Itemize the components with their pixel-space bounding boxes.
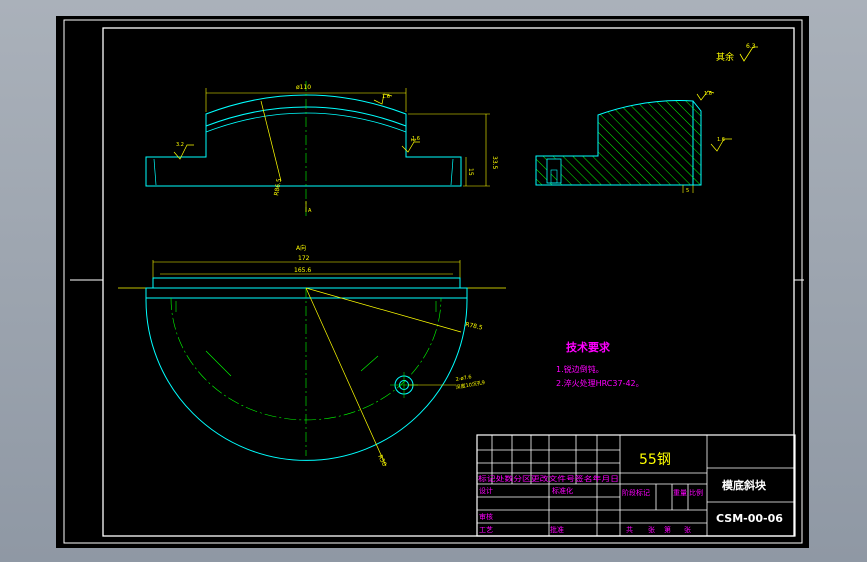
side-view-roughness-corner-value: 1.6 bbox=[704, 91, 712, 97]
roughness-top-value: 1.6 bbox=[382, 94, 390, 100]
title-part-name: 模底斜块 bbox=[722, 478, 767, 492]
title-process: 工艺 bbox=[479, 526, 493, 534]
roughness-right-symbol bbox=[401, 141, 420, 153]
title-sheets-label: 张 bbox=[648, 525, 655, 534]
tech-requirements: 技术要求 1.锐边倒钝。 2.淬火处理HRC37-42。 bbox=[556, 340, 644, 388]
roughness-right-value: 1.6 bbox=[412, 136, 420, 142]
tech-requirements-heading: 技术要求 bbox=[566, 340, 611, 354]
radius-inner-leader bbox=[305, 287, 387, 467]
cad-drawing: 其余 6.3 ø110 R86.5 33.5 15 2 3.2 1.6 1.6 … bbox=[63, 19, 804, 544]
plan-view-label: A向 bbox=[296, 244, 306, 252]
section-mark-label: A bbox=[308, 208, 312, 214]
title-approve: 批准 bbox=[550, 525, 564, 534]
roughness-rest-value: 6.3 bbox=[746, 43, 756, 50]
title-material: 55钢 bbox=[639, 452, 671, 468]
plan-radial-4 bbox=[360, 355, 379, 372]
cad-viewport[interactable]: 其余 6.3 ø110 R86.5 33.5 15 2 3.2 1.6 1.6 … bbox=[56, 16, 809, 548]
dim-radius-outer-label: R78.5 bbox=[465, 321, 484, 332]
plan-view: A向 172 165.6 R78.5 R50 2-ø7.6 深度10沉孔9 bbox=[118, 244, 506, 468]
dim-inner-label: 165.6 bbox=[294, 267, 311, 274]
side-view-dim-bottom-label: 5 bbox=[686, 188, 689, 194]
title-designer: 设计 bbox=[479, 486, 493, 495]
front-view: ø110 R86.5 33.5 15 2 3.2 1.6 1.6 A bbox=[145, 81, 498, 216]
title-weight: 重量 bbox=[673, 489, 687, 497]
dim-radius-label: R86.5 bbox=[273, 178, 283, 197]
title-drawing-no: CSM-00-06 bbox=[716, 512, 783, 525]
dim-height-label: 33.5 bbox=[491, 156, 498, 170]
radius-outer-leader bbox=[305, 287, 462, 333]
plan-top-strip bbox=[152, 277, 461, 289]
sheet-frame-outer bbox=[63, 19, 803, 544]
title-review: 审核 bbox=[479, 512, 493, 521]
plan-semicircle-outer bbox=[145, 298, 468, 461]
plan-radial-2 bbox=[205, 350, 232, 377]
tech-requirements-item1: 1.锐边倒钝。 bbox=[556, 364, 604, 374]
dim-overall-label: 172 bbox=[298, 255, 310, 262]
roughness-rest-label: 其余 bbox=[716, 51, 734, 63]
front-view-hidden-right bbox=[450, 158, 454, 186]
side-view: 5 1.6 1.6 bbox=[535, 90, 732, 194]
front-view-radius-line bbox=[260, 100, 282, 182]
title-standardization: 标准化 bbox=[552, 486, 573, 495]
title-sheet-label: 张 bbox=[684, 525, 691, 534]
dim-step-label: 15 bbox=[467, 168, 474, 176]
title-sheet-no: 第 bbox=[664, 525, 671, 534]
front-view-hidden-left bbox=[153, 158, 157, 186]
title-stage-mark: 阶段标记 bbox=[622, 488, 650, 497]
side-view-right-taper bbox=[692, 100, 702, 186]
dim-arc-label: ø110 bbox=[296, 84, 311, 91]
tech-requirements-item2: 2.淬火处理HRC37-42。 bbox=[556, 378, 644, 388]
title-row-header: 标记处数分区更改文件号签名年月日 bbox=[478, 474, 619, 483]
title-scale: 比例 bbox=[689, 488, 703, 497]
roughness-left-value: 3.2 bbox=[176, 142, 184, 148]
side-view-slot-inner bbox=[550, 169, 558, 184]
title-sheets-total: 共 bbox=[626, 525, 633, 534]
side-view-roughness-right-value: 1.6 bbox=[717, 137, 725, 143]
